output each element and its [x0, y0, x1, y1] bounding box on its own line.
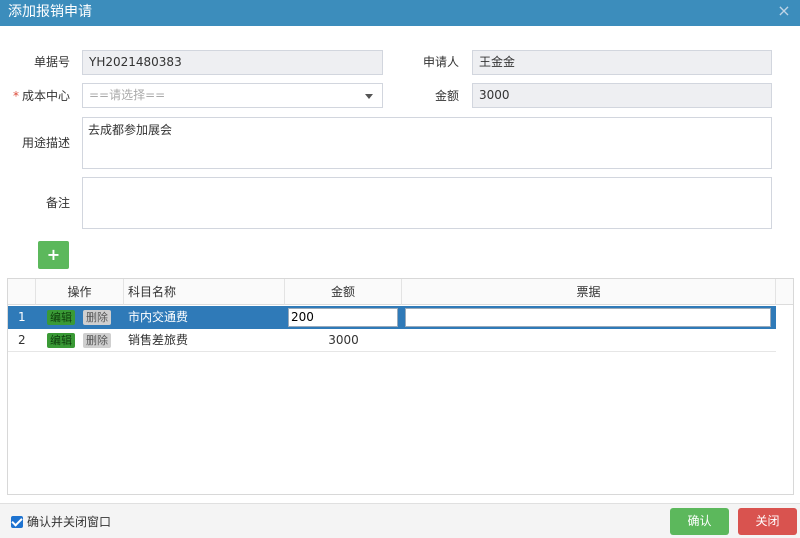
confirm-button[interactable]: 确认 [670, 508, 729, 535]
plus-icon: + [46, 245, 61, 264]
amount-label: 金额 [434, 89, 459, 103]
dialog-footer: 确认并关闭窗口 确认 关闭 [0, 503, 800, 538]
row-receipt-input[interactable] [405, 308, 771, 327]
row-amount-input[interactable]: 200 [288, 308, 398, 327]
detail-grid: 操作 科目名称 金额 票据 1 编辑 删除 市内交通费 200 2 编辑 删除 … [7, 278, 794, 495]
chevron-down-icon [365, 94, 373, 99]
doc-no-label: 单据号 [33, 55, 70, 69]
row-index: 1 [18, 310, 26, 324]
applicant-label: 申请人 [422, 55, 459, 69]
grid-header-subject: 科目名称 [124, 279, 285, 305]
applicant-field[interactable]: 王金金 [472, 50, 772, 75]
row-subject: 市内交通费 [128, 310, 189, 324]
purpose-textarea[interactable]: 去成都参加展会 [82, 117, 772, 169]
amount-field[interactable]: 3000 [472, 83, 772, 108]
dialog-titlebar: 添加报销申请 × [0, 0, 800, 26]
purpose-label: 用途描述 [21, 136, 70, 150]
reimbursement-dialog: 添加报销申请 × 单据号 YH2021480383 申请人 王金金 * 成本中心 … [0, 0, 800, 538]
cost-center-select[interactable]: ==请选择== [82, 83, 383, 108]
row-subject: 销售差旅费 [128, 333, 189, 347]
grid-header-rownum [8, 279, 36, 305]
edit-button[interactable]: 编辑 [47, 333, 75, 348]
remark-textarea[interactable] [82, 177, 772, 229]
doc-no-field[interactable]: YH2021480383 [82, 50, 383, 75]
add-row-button[interactable]: + [38, 241, 69, 269]
remark-label: 备注 [45, 196, 70, 210]
delete-button[interactable]: 删除 [83, 310, 111, 325]
cost-center-label-wrap: * 成本中心 [10, 88, 70, 104]
delete-button[interactable]: 删除 [83, 333, 111, 348]
cost-center-placeholder: ==请选择== [89, 88, 166, 102]
table-row[interactable]: 1 编辑 删除 市内交通费 200 [8, 306, 776, 329]
grid-header-operation: 操作 [36, 279, 124, 305]
table-row[interactable]: 2 编辑 删除 销售差旅费 3000 [8, 329, 776, 352]
row-amount: 3000 [328, 333, 359, 347]
row-index: 2 [18, 333, 26, 347]
dialog-title: 添加报销申请 [8, 4, 92, 20]
confirm-close-label[interactable]: 确认并关闭窗口 [27, 514, 111, 530]
close-icon[interactable]: × [776, 2, 792, 20]
close-button[interactable]: 关闭 [738, 508, 797, 535]
grid-header-amount: 金额 [285, 279, 402, 305]
cost-center-label: 成本中心 [21, 89, 70, 103]
edit-button[interactable]: 编辑 [47, 310, 75, 325]
grid-header-receipt: 票据 [402, 279, 776, 305]
grid-header-scroll [776, 279, 793, 305]
confirm-close-checkbox[interactable] [11, 516, 23, 528]
row-receipt [405, 329, 771, 352]
required-mark: * [12, 89, 19, 103]
